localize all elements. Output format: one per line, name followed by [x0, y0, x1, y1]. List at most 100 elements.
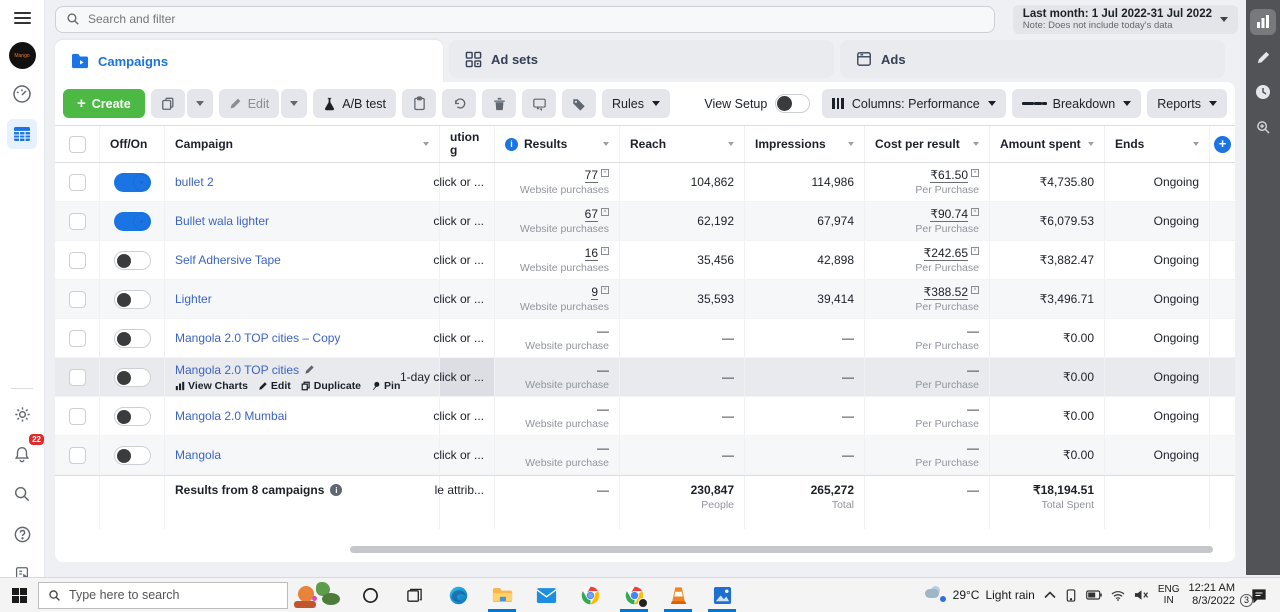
- row-campaign-cell[interactable]: Mangola 2.0 TOP cities – Copy: [165, 319, 440, 357]
- sidebar-item-campaigns[interactable]: [7, 119, 37, 149]
- row-checkbox[interactable]: [69, 330, 86, 347]
- your-phone-icon[interactable]: [1065, 589, 1077, 602]
- cost-value[interactable]: ₹242.65: [924, 246, 968, 261]
- row-toggle-cell[interactable]: [100, 163, 165, 201]
- sort-caret-icon[interactable]: [973, 142, 979, 146]
- toggle[interactable]: [114, 407, 151, 426]
- sort-caret-icon[interactable]: [1193, 142, 1199, 146]
- battery-icon[interactable]: [1086, 590, 1102, 600]
- table-row[interactable]: Mangola click or ... — Website purchase …: [55, 436, 1235, 475]
- campaign-link[interactable]: Mangola 2.0 Mumbai: [175, 409, 287, 423]
- tab-campaigns[interactable]: Campaigns: [55, 40, 443, 82]
- results-value[interactable]: 67: [585, 207, 598, 222]
- tab-ads[interactable]: Ads: [840, 40, 1225, 78]
- table-row[interactable]: Lighter click or ... 9× Website purchase…: [55, 280, 1235, 319]
- row-checkbox[interactable]: [69, 174, 86, 191]
- search-filter-box[interactable]: [55, 6, 995, 33]
- row-toggle-cell[interactable]: [100, 241, 165, 279]
- row-toggle-cell[interactable]: [100, 397, 165, 435]
- toggle[interactable]: [114, 212, 151, 231]
- cost-value[interactable]: —: [967, 402, 979, 416]
- account-overview-icon[interactable]: [7, 79, 37, 109]
- tab-ad-sets[interactable]: Ad sets: [449, 40, 834, 78]
- notifications-bell-icon[interactable]: 22: [7, 439, 37, 469]
- row-checkbox[interactable]: [69, 369, 86, 386]
- results-value[interactable]: —: [597, 402, 609, 416]
- edit-dropdown[interactable]: [281, 89, 307, 118]
- toggle[interactable]: [114, 446, 151, 465]
- campaign-link[interactable]: Mangola: [175, 448, 221, 462]
- breakdown-button[interactable]: Breakdown: [1012, 89, 1142, 118]
- create-button[interactable]: +Create: [63, 89, 145, 118]
- clipboard-button[interactable]: [402, 89, 436, 118]
- row-action-duplicate[interactable]: Duplicate: [301, 380, 361, 392]
- cortana-button[interactable]: [348, 578, 392, 612]
- chrome-app-2[interactable]: [612, 578, 656, 612]
- view-setup-toggle[interactable]: [775, 94, 810, 113]
- row-toggle-cell[interactable]: [100, 280, 165, 318]
- results-value[interactable]: —: [597, 363, 609, 377]
- results-value[interactable]: 9: [591, 285, 598, 300]
- header-add-column[interactable]: +: [1210, 126, 1235, 162]
- toggle[interactable]: [114, 329, 151, 348]
- row-action-pin[interactable]: Pin: [371, 380, 400, 392]
- select-all-checkbox[interactable]: [69, 136, 86, 153]
- help-icon[interactable]: [7, 519, 37, 549]
- row-select-cell[interactable]: [55, 280, 100, 318]
- row-select-cell[interactable]: [55, 436, 100, 474]
- row-select-cell[interactable]: [55, 397, 100, 435]
- photos-app[interactable]: [700, 578, 744, 612]
- row-select-cell[interactable]: [55, 202, 100, 240]
- reports-button[interactable]: Reports: [1147, 89, 1227, 118]
- header-results[interactable]: iResults: [495, 126, 620, 162]
- header-select-all[interactable]: [55, 126, 100, 162]
- row-checkbox[interactable]: [69, 291, 86, 308]
- settings-gear-icon[interactable]: [7, 399, 37, 429]
- results-value[interactable]: 16: [585, 246, 598, 261]
- chrome-app[interactable]: [568, 578, 612, 612]
- row-campaign-cell[interactable]: Mangola 2.0 Mumbai: [165, 397, 440, 435]
- action-center-button[interactable]: 3: [1244, 588, 1274, 603]
- row-campaign-cell[interactable]: Self Adhersive Tape: [165, 241, 440, 279]
- sort-caret-icon[interactable]: [1088, 142, 1094, 146]
- table-row[interactable]: Self Adhersive Tape click or ... 16× Web…: [55, 241, 1235, 280]
- header-impressions[interactable]: Impressions: [745, 126, 865, 162]
- sort-caret-icon[interactable]: [728, 142, 734, 146]
- menu-icon[interactable]: [14, 12, 31, 24]
- toggle[interactable]: [114, 290, 151, 309]
- weather-widget[interactable]: 29°C Light rain: [925, 588, 1035, 602]
- start-button[interactable]: [0, 578, 38, 612]
- row-toggle-cell[interactable]: [100, 436, 165, 474]
- header-campaign[interactable]: Campaign: [165, 126, 440, 162]
- results-value[interactable]: —: [597, 441, 609, 455]
- mail-app[interactable]: [524, 578, 568, 612]
- campaign-link[interactable]: Lighter: [175, 292, 212, 306]
- ab-test-button[interactable]: A/B test: [313, 89, 396, 118]
- info-icon[interactable]: i: [505, 138, 518, 151]
- taskbar-search[interactable]: Type here to search: [38, 582, 288, 609]
- add-column-icon[interactable]: +: [1214, 136, 1231, 153]
- row-campaign-cell[interactable]: Mangola 2.0 TOP cities View Charts Edit …: [165, 358, 440, 396]
- cost-value[interactable]: —: [967, 324, 979, 338]
- row-campaign-cell[interactable]: Bullet wala lighter: [165, 202, 440, 240]
- history-clock-icon[interactable]: [1250, 79, 1276, 105]
- vlc-app[interactable]: [656, 578, 700, 612]
- tray-expand-chevron[interactable]: [1044, 591, 1056, 599]
- header-ends[interactable]: Ends: [1105, 126, 1210, 162]
- task-view-button[interactable]: [392, 578, 436, 612]
- rules-button[interactable]: Rules: [602, 89, 670, 118]
- table-row[interactable]: Bullet wala lighter click or ... 67× Web…: [55, 202, 1235, 241]
- row-checkbox[interactable]: [69, 408, 86, 425]
- avatar[interactable]: Mango: [9, 42, 36, 69]
- search-icon[interactable]: [7, 479, 37, 509]
- row-toggle-cell[interactable]: [100, 358, 165, 396]
- cost-value[interactable]: ₹90.74: [930, 207, 968, 222]
- cost-value[interactable]: —: [967, 363, 979, 377]
- table-row[interactable]: Mangola 2.0 Mumbai click or ... — Websit…: [55, 397, 1235, 436]
- cost-value[interactable]: ₹388.52: [924, 285, 968, 300]
- row-select-cell[interactable]: [55, 163, 100, 201]
- edit-pencil-icon[interactable]: [1250, 44, 1276, 70]
- zoom-search-icon[interactable]: [1250, 114, 1276, 140]
- campaign-link[interactable]: Mangola 2.0 TOP cities – Copy: [175, 331, 340, 345]
- file-explorer-app[interactable]: [480, 578, 524, 612]
